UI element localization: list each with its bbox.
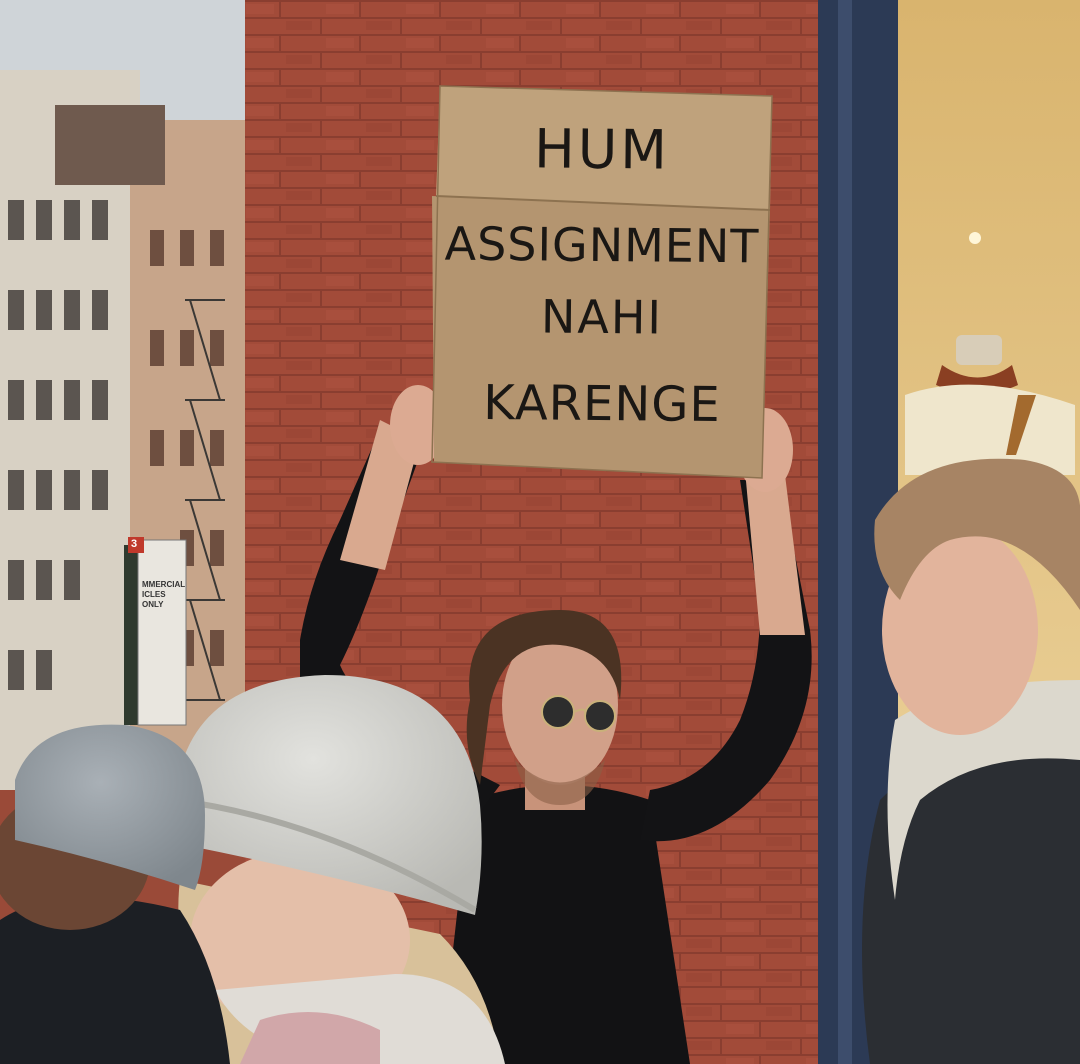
- street-sign-board: [137, 539, 187, 726]
- sign-pole: [124, 545, 138, 725]
- sign-text-line-4: KARENGE: [482, 374, 722, 434]
- photo-scene: HUM ASSIGNMENT NAHI KARENGE 3 MMERCIAL I…: [0, 0, 1080, 1064]
- street-sign-number: 3: [131, 538, 138, 550]
- street-sign-text: MMERCIAL ICLES ONLY: [142, 580, 186, 609]
- woman-white-beanie: [174, 675, 505, 1064]
- sign-text-line-2: ASSIGNMENT: [444, 216, 760, 274]
- shop-light: [969, 232, 981, 244]
- man-right-foreground: [862, 458, 1080, 1064]
- sign-text-line-1: HUM: [533, 117, 671, 182]
- sign-text-line-3: NAHI: [540, 289, 664, 345]
